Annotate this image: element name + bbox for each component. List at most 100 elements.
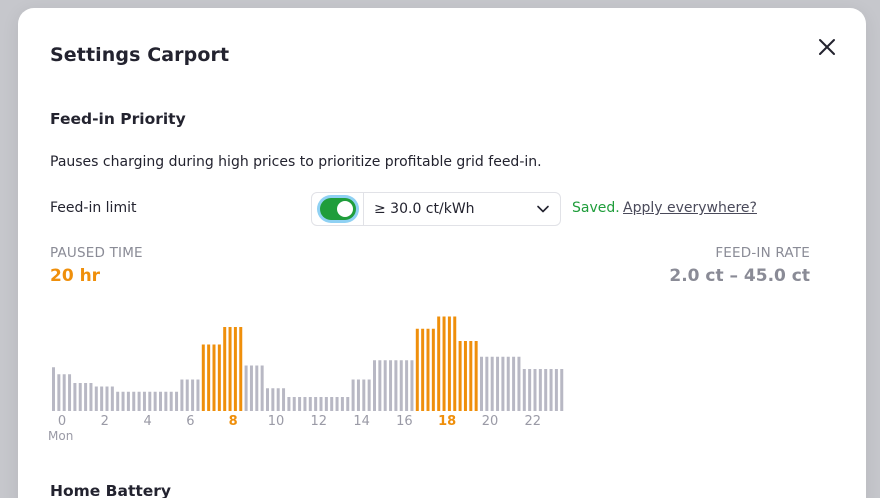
price-bar [159, 391, 162, 411]
price-bar [383, 360, 387, 411]
price-bar [394, 360, 398, 411]
price-bar [319, 397, 323, 411]
price-bar [533, 369, 537, 411]
price-bar [506, 356, 510, 411]
price-bar [121, 391, 125, 411]
price-bar [116, 391, 120, 411]
paused-bar [228, 327, 232, 411]
price-bar [137, 391, 141, 411]
price-bar [544, 369, 548, 411]
price-bar [78, 383, 82, 411]
price-bar [105, 386, 109, 411]
price-bar [132, 391, 136, 411]
price-bar [501, 356, 505, 411]
price-bar [68, 374, 72, 411]
price-bar [351, 379, 355, 411]
price-bar [148, 391, 152, 411]
price-bar [554, 369, 558, 411]
paused-bar [442, 316, 446, 411]
paused-bar [421, 328, 425, 411]
price-bar [367, 379, 371, 411]
price-bar [490, 356, 494, 411]
x-tick-label: 4 [143, 414, 151, 429]
price-bar [185, 379, 189, 411]
price-bar [330, 397, 334, 411]
paused-bar [233, 327, 237, 411]
price-bar [298, 397, 302, 411]
x-tick-label: 20 [482, 414, 499, 429]
price-bar [255, 365, 259, 411]
price-bar [94, 386, 98, 411]
price-bar [373, 360, 376, 411]
price-bar [378, 360, 382, 411]
paused-bar [239, 327, 243, 411]
price-bar [100, 386, 104, 411]
x-tick-label: 10 [268, 414, 285, 429]
price-chart: 0 2 4 6 8 10 12 14 16 18 20 22 Mon [48, 316, 564, 443]
paused-bar [431, 328, 435, 411]
price-bar [271, 388, 275, 411]
price-bar [485, 356, 489, 411]
price-bar [89, 383, 93, 411]
price-bar [549, 369, 553, 411]
price-bar [52, 367, 55, 411]
price-bar [110, 386, 114, 411]
price-bar [260, 365, 264, 411]
price-bar [57, 374, 61, 411]
price-bar [496, 356, 500, 411]
price-bar [405, 360, 409, 411]
price-bar [191, 379, 195, 411]
paused-bar [469, 341, 473, 411]
price-bar [512, 356, 516, 411]
paused-bar [217, 344, 221, 411]
price-bar [175, 391, 179, 411]
paused-bar [474, 341, 478, 411]
price-bar [560, 369, 564, 411]
price-bar [180, 379, 184, 411]
paused-bar [437, 316, 441, 411]
price-bar [410, 360, 414, 411]
price-bar [126, 391, 130, 411]
x-tick-label: 8 [229, 414, 238, 429]
price-bar [164, 391, 168, 411]
price-bar [266, 388, 269, 411]
price-bar [142, 391, 146, 411]
paused-bar [453, 316, 457, 411]
x-tick-label: 2 [101, 414, 109, 429]
x-tick-label: 12 [311, 414, 328, 429]
paused-bar [426, 328, 430, 411]
price-bar [287, 397, 291, 411]
paused-bar [458, 341, 462, 411]
day-label: Mon [48, 429, 73, 443]
price-bar [346, 397, 350, 411]
paused-bar [207, 344, 211, 411]
price-bar [538, 369, 542, 411]
price-bar [282, 388, 286, 411]
price-bar [308, 397, 312, 411]
price-bar [169, 391, 173, 411]
price-bar [480, 356, 483, 411]
price-bar [356, 379, 360, 411]
price-bar [249, 365, 253, 411]
price-bar [362, 379, 366, 411]
price-bar [399, 360, 403, 411]
paused-bar [223, 327, 227, 411]
price-bar [522, 369, 526, 411]
price-bar [314, 397, 318, 411]
home-battery-section-title: Home Battery [50, 482, 172, 498]
price-bar [84, 383, 88, 411]
x-tick-label: 22 [525, 414, 542, 429]
price-bar [303, 397, 307, 411]
price-bar [153, 391, 157, 411]
settings-modal: Settings Carport Feed-in Priority Pauses… [18, 8, 866, 498]
price-bar [517, 356, 521, 411]
price-bar [62, 374, 66, 411]
price-bar [73, 383, 77, 411]
price-bar [324, 397, 328, 411]
x-tick-label: 0 [58, 414, 66, 429]
price-bar [276, 388, 280, 411]
paused-bar [201, 344, 205, 411]
paused-bar [463, 341, 467, 411]
x-tick-label: 6 [186, 414, 194, 429]
paused-bar [447, 316, 451, 411]
